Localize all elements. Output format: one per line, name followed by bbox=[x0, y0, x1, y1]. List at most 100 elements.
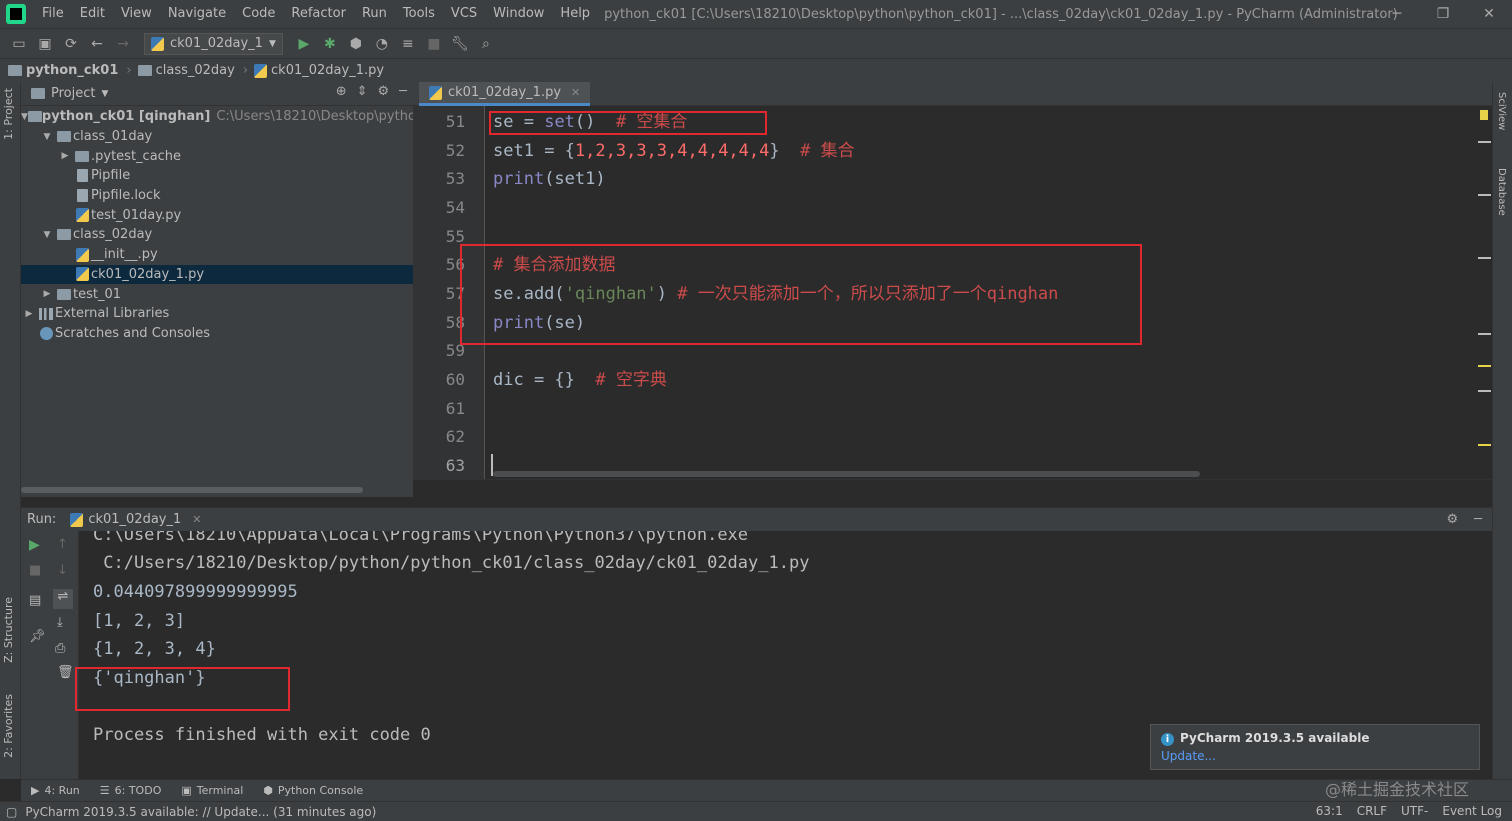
run-tab[interactable]: ck01_02day_1 ✕ bbox=[70, 512, 201, 527]
expand-arrow-icon[interactable]: ▼ bbox=[39, 132, 55, 142]
watermark: @稀土掘金技术社区 bbox=[1325, 780, 1470, 799]
tree-item-pytest-cache[interactable]: ▶ .pytest_cache bbox=[21, 146, 413, 166]
line-separator[interactable]: CRLF bbox=[1357, 804, 1387, 818]
menu-refactor[interactable]: Refactor bbox=[283, 0, 354, 28]
gear-icon[interactable]: ⚙ bbox=[378, 84, 390, 99]
breadcrumb-file[interactable]: ck01_02day_1.py bbox=[254, 63, 384, 78]
close-tab-icon[interactable]: ✕ bbox=[571, 86, 580, 99]
editor-horizontal-scrollbar[interactable] bbox=[493, 471, 1200, 477]
menu-view[interactable]: View bbox=[113, 0, 160, 28]
tree-item-test-01day[interactable]: test_01day.py bbox=[21, 205, 413, 225]
hide-icon[interactable]: ─ bbox=[1474, 512, 1482, 527]
forward-arrow-icon[interactable]: → bbox=[114, 35, 132, 53]
tree-item-class-02day[interactable]: ▼ class_02day bbox=[21, 225, 413, 245]
breadcrumb-folder[interactable]: class_02day bbox=[137, 63, 235, 78]
run-icon[interactable]: ▶ bbox=[295, 35, 313, 53]
rerun-icon[interactable]: ▶ bbox=[29, 537, 40, 553]
locate-icon[interactable]: ⊕ bbox=[336, 84, 347, 99]
minimize-icon[interactable]: ─ bbox=[1374, 0, 1420, 28]
tab-sciview[interactable]: SciView bbox=[1496, 92, 1507, 130]
menu-edit[interactable]: Edit bbox=[72, 0, 113, 28]
tab-structure[interactable]: Z: Structure bbox=[2, 597, 15, 663]
project-horizontal-scrollbar[interactable] bbox=[21, 487, 363, 493]
status-message[interactable]: PyCharm 2019.3.5 available: // Update...… bbox=[25, 805, 376, 819]
folder-icon bbox=[27, 111, 42, 123]
menu-tools[interactable]: Tools bbox=[395, 0, 443, 28]
trash-icon[interactable]: 🗑︎ bbox=[57, 665, 74, 680]
menu-run[interactable]: Run bbox=[354, 0, 395, 28]
breadcrumb-project[interactable]: python_ck01 bbox=[8, 63, 118, 78]
up-arrow-icon[interactable]: ↑ bbox=[57, 537, 68, 552]
collapse-arrow-icon[interactable]: ▶ bbox=[39, 289, 55, 299]
tab-ck01-02day-1[interactable]: ck01_02day_1.py ✕ bbox=[419, 82, 591, 106]
restore-icon[interactable]: ❐ bbox=[1420, 0, 1466, 28]
project-title[interactable]: Project bbox=[51, 86, 95, 101]
scroll-marker bbox=[1478, 194, 1491, 196]
menu-file[interactable]: File bbox=[34, 0, 72, 28]
tree-item-class-01day[interactable]: ▼ class_01day bbox=[21, 127, 413, 147]
expand-arrow-icon[interactable]: ▼ bbox=[21, 112, 28, 122]
gear-icon[interactable]: ⚙ bbox=[1447, 512, 1459, 527]
scroll-marker bbox=[1478, 257, 1491, 259]
search-icon[interactable]: ⌕ bbox=[477, 35, 495, 53]
pin-icon[interactable]: 📌︎ bbox=[29, 629, 46, 644]
tree-item-pipfile[interactable]: Pipfile bbox=[21, 166, 413, 186]
close-icon[interactable]: ✕ bbox=[1466, 0, 1512, 28]
profile-icon[interactable]: ◔ bbox=[373, 35, 391, 53]
event-log[interactable]: Event Log bbox=[1442, 804, 1502, 818]
update-link[interactable]: Update... bbox=[1161, 749, 1469, 763]
sync-icon[interactable]: ⟳ bbox=[62, 35, 80, 53]
chevron-down-icon[interactable]: ▼ bbox=[101, 89, 108, 99]
pycharm-logo-icon bbox=[6, 4, 26, 24]
tree-item-scratches[interactable]: Scratches and Consoles bbox=[21, 324, 413, 344]
soft-wrap-icon[interactable]: ⇌ bbox=[53, 589, 73, 609]
menu-navigate[interactable]: Navigate bbox=[160, 0, 234, 28]
tree-item-init[interactable]: __init__.py bbox=[21, 245, 413, 265]
back-arrow-icon[interactable]: ← bbox=[88, 35, 106, 53]
chevron-down-icon: ▼ bbox=[268, 38, 276, 49]
wrench-icon[interactable]: 🔧︎ bbox=[451, 35, 469, 53]
menu-vcs[interactable]: VCS bbox=[443, 0, 485, 28]
stop-icon[interactable]: ■ bbox=[425, 35, 443, 53]
coverage-icon[interactable]: ⬢ bbox=[347, 35, 365, 53]
tree-item-external-libraries[interactable]: ▶ External Libraries bbox=[21, 304, 413, 324]
menu-window[interactable]: Window bbox=[485, 0, 552, 28]
save-icon[interactable]: ▣ bbox=[36, 35, 54, 53]
tab-database[interactable]: Database bbox=[1496, 168, 1507, 216]
tab-favorites[interactable]: 2: Favorites bbox=[2, 694, 15, 758]
collapse-arrow-icon[interactable]: ▶ bbox=[57, 151, 73, 161]
file-encoding[interactable]: UTF- bbox=[1401, 804, 1428, 818]
tree-item-test-01[interactable]: ▶ test_01 bbox=[21, 284, 413, 304]
tab-project[interactable]: 1: Project bbox=[2, 88, 15, 140]
menu-help[interactable]: Help bbox=[552, 0, 598, 28]
run-panel-header: Run: ck01_02day_1 ✕ ⚙ ─ bbox=[21, 507, 1492, 531]
print-icon[interactable]: ⎙ bbox=[55, 641, 65, 656]
tree-item-pipfile-lock[interactable]: Pipfile.lock bbox=[21, 186, 413, 206]
down-arrow-icon[interactable]: ↓ bbox=[57, 563, 68, 578]
scroll-to-end-icon[interactable]: ⤓ bbox=[57, 615, 63, 630]
status-toggle-icon[interactable]: ▢ bbox=[6, 805, 17, 819]
layout-icon[interactable]: ▤ bbox=[29, 593, 41, 608]
update-notification[interactable]: i PyCharm 2019.3.5 available Update... bbox=[1150, 724, 1480, 770]
menu-code[interactable]: Code bbox=[234, 0, 283, 28]
concurrency-icon[interactable]: ≡ bbox=[399, 35, 417, 53]
tree-item-ck01-02day-1[interactable]: ck01_02day_1.py bbox=[21, 264, 413, 285]
code-line-52: set1 = {1,2,3,3,3,4,4,4,4,4} # 集合 bbox=[493, 141, 855, 161]
close-tab-icon[interactable]: ✕ bbox=[192, 513, 201, 526]
hide-icon[interactable]: ─ bbox=[399, 84, 407, 99]
tab-run[interactable]: ▶ 4: Run bbox=[31, 784, 80, 797]
caret-position[interactable]: 63:1 bbox=[1316, 804, 1343, 818]
project-tree: ▼ python_ck01 [qinghan] C:\Users\18210\D… bbox=[21, 106, 453, 344]
tree-root[interactable]: ▼ python_ck01 [qinghan] C:\Users\18210\D… bbox=[21, 107, 453, 127]
run-config-select[interactable]: ck01_02day_1 ▼ bbox=[144, 32, 283, 55]
tab-terminal[interactable]: ▣ Terminal bbox=[181, 784, 243, 797]
collapse-icon[interactable]: ⇕ bbox=[357, 84, 368, 99]
expand-arrow-icon[interactable]: ▼ bbox=[39, 230, 55, 240]
tab-python-console[interactable]: ⬢ Python Console bbox=[263, 784, 363, 797]
open-folder-icon[interactable]: ▭ bbox=[10, 35, 28, 53]
collapse-arrow-icon[interactable]: ▶ bbox=[21, 309, 37, 319]
tab-todo[interactable]: ☰ 6: TODO bbox=[100, 784, 162, 797]
inspection-status-icon[interactable] bbox=[1480, 110, 1488, 120]
debug-icon[interactable]: ✱ bbox=[321, 35, 339, 53]
stop-icon[interactable]: ■ bbox=[29, 563, 41, 578]
